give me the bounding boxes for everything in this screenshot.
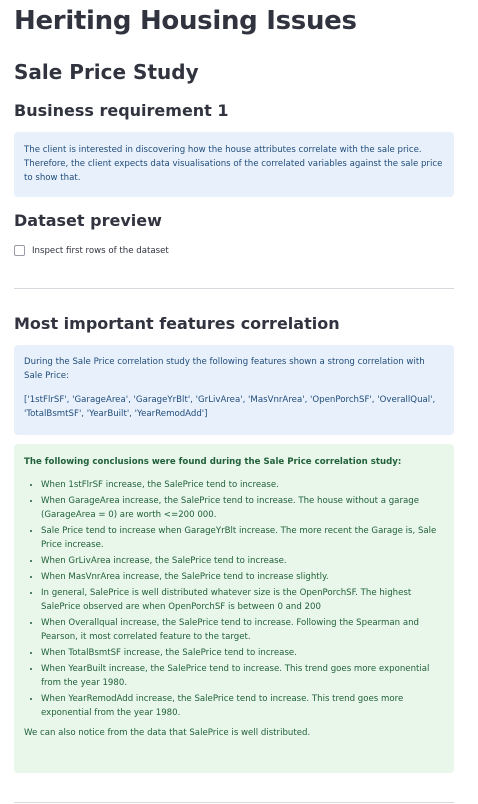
conclusions-tail: We can also notice from the data that Sa…: [24, 728, 311, 738]
correlation-heading: Most important features correlation: [14, 314, 340, 333]
list-item: When TotalBsmtSF increase, the SalePrice…: [41, 646, 444, 660]
list-item: When YearBuilt increase, the SalePrice t…: [41, 662, 444, 690]
business-requirement-info-box: The client is interested in discovering …: [14, 132, 454, 197]
section-title-sale-price-study: Sale Price Study: [14, 60, 199, 84]
conclusions-lead: The following conclusions were found dur…: [24, 457, 402, 467]
correlated-features-list: ['1stFlrSF', 'GarageArea', 'GarageYrBlt'…: [24, 395, 436, 419]
dataset-preview-heading: Dataset preview: [14, 211, 162, 230]
list-item: When YearRemodAdd increase, the SalePric…: [41, 692, 444, 720]
list-item: In general, SalePrice is well distribute…: [41, 586, 444, 614]
inspect-rows-checkbox[interactable]: Inspect first rows of the dataset: [14, 245, 169, 256]
business-requirement-text: The client is interested in discovering …: [24, 145, 443, 183]
conclusions-list: When 1stFlrSF increase, the SalePrice te…: [24, 478, 444, 720]
list-item: When MasVnrArea increase, the SalePrice …: [41, 570, 444, 584]
divider-bottom: [14, 802, 454, 803]
checkbox-label[interactable]: Inspect first rows of the dataset: [32, 246, 169, 256]
business-requirement-heading: Business requirement 1: [14, 101, 229, 120]
list-item: When GrLivArea increase, the SalePrice t…: [41, 554, 444, 568]
list-item: When GarageArea increase, the SalePrice …: [41, 494, 444, 522]
correlation-intro: During the Sale Price correlation study …: [24, 357, 425, 381]
conclusions-success-box: The following conclusions were found dur…: [14, 444, 454, 773]
page-title: Heriting Housing Issues: [14, 6, 357, 36]
list-item: When Overallqual increase, the SalePrice…: [41, 616, 444, 644]
divider: [14, 288, 454, 289]
list-item: Sale Price tend to increase when GarageY…: [41, 524, 444, 552]
correlation-info-box: During the Sale Price correlation study …: [14, 345, 454, 435]
list-item: When 1stFlrSF increase, the SalePrice te…: [41, 478, 444, 492]
checkbox-square[interactable]: [14, 245, 25, 256]
